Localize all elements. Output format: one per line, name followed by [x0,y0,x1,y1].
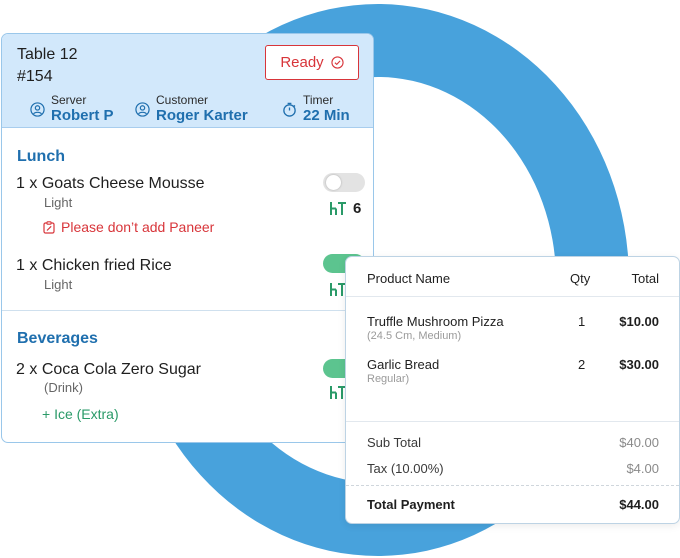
server-info: Server Robert P [30,94,114,125]
item-variant: Light [44,195,73,210]
order-item: 1 x Chicken fried Rice [16,257,172,275]
item-name: Coca Cola Zero Sugar [41,361,201,378]
check-circle-icon [331,56,344,69]
qty-header: Qty [570,271,591,286]
section-divider [2,310,373,311]
item-x: x [29,175,38,192]
customer-label: Customer [156,93,209,107]
tax-label: Tax (10.00%) [367,461,444,476]
order-item: 2 x Coca Cola Zero Sugar [16,361,201,379]
items-divider [346,421,679,422]
item-x: x [29,257,38,274]
item-name: Chicken fried Rice [41,257,172,274]
total-payment-label: Total Payment [367,497,455,512]
table-icon [330,202,346,215]
ready-button-label: Ready [280,54,324,71]
product-options: Regular) [367,373,410,385]
product-qty: 2 [578,357,586,372]
product-qty: 1 [578,314,586,329]
order-item: 1 x Goats Cheese Mousse [16,175,205,193]
server-label: Server [51,93,87,107]
total-header: Total [631,271,659,286]
timer-label: Timer [303,93,334,107]
item-variant: (Drink) [44,380,83,395]
item-count: 6 [353,200,362,217]
customer-value: Roger Karter [156,107,248,124]
item-note: Please don’t add Paneer [43,219,214,235]
item-extra: + Ice (Extra) [42,406,119,422]
subtotal-value: $40.00 [619,435,659,450]
item-qty: 1 [16,257,25,274]
item-name: Goats Cheese Mousse [41,175,205,192]
item-variant: Light [44,277,73,292]
stopwatch-icon [283,102,296,117]
total-divider [346,485,679,486]
server-value: Robert P [51,107,114,124]
total-payment-value: $44.00 [619,497,659,512]
item-qty: 1 [16,175,25,192]
toggle-knob [326,175,341,190]
note-icon [43,220,55,234]
user-icon [135,102,150,117]
timer-info: Timer 22 Min [282,94,350,125]
item-note-text: Please don’t add Paneer [61,219,215,235]
subtotal-label: Sub Total [367,435,421,450]
product-total: $30.00 [619,357,659,372]
section-title-lunch: Lunch [17,148,65,165]
product-options: (24.5 Cm, Medium) [367,330,462,342]
order-card: Table 12 #154 Ready Server Robert P Cust… [1,33,374,443]
order-number: #154 [17,68,53,85]
item-qty: 2 [16,361,25,378]
customer-info: Customer Roger Karter [135,94,248,125]
user-icon [30,102,45,117]
header-divider [346,296,679,297]
bill-card: Product Name Qty Total Truffle Mushroom … [345,256,680,524]
product-name: Truffle Mushroom Pizza [367,314,504,329]
tax-value: $4.00 [626,461,659,476]
ready-button[interactable]: Ready [265,45,359,80]
item-x: x [29,361,38,378]
timer-value: 22 Min [303,107,350,124]
order-header: Table 12 #154 Ready Server Robert P Cust… [2,34,373,128]
product-name: Garlic Bread [367,357,440,372]
product-name-header: Product Name [367,271,451,286]
product-total: $10.00 [619,314,659,329]
table-name: Table 12 [17,46,78,63]
item-toggle[interactable] [323,173,365,192]
section-title-beverages: Beverages [17,330,98,347]
